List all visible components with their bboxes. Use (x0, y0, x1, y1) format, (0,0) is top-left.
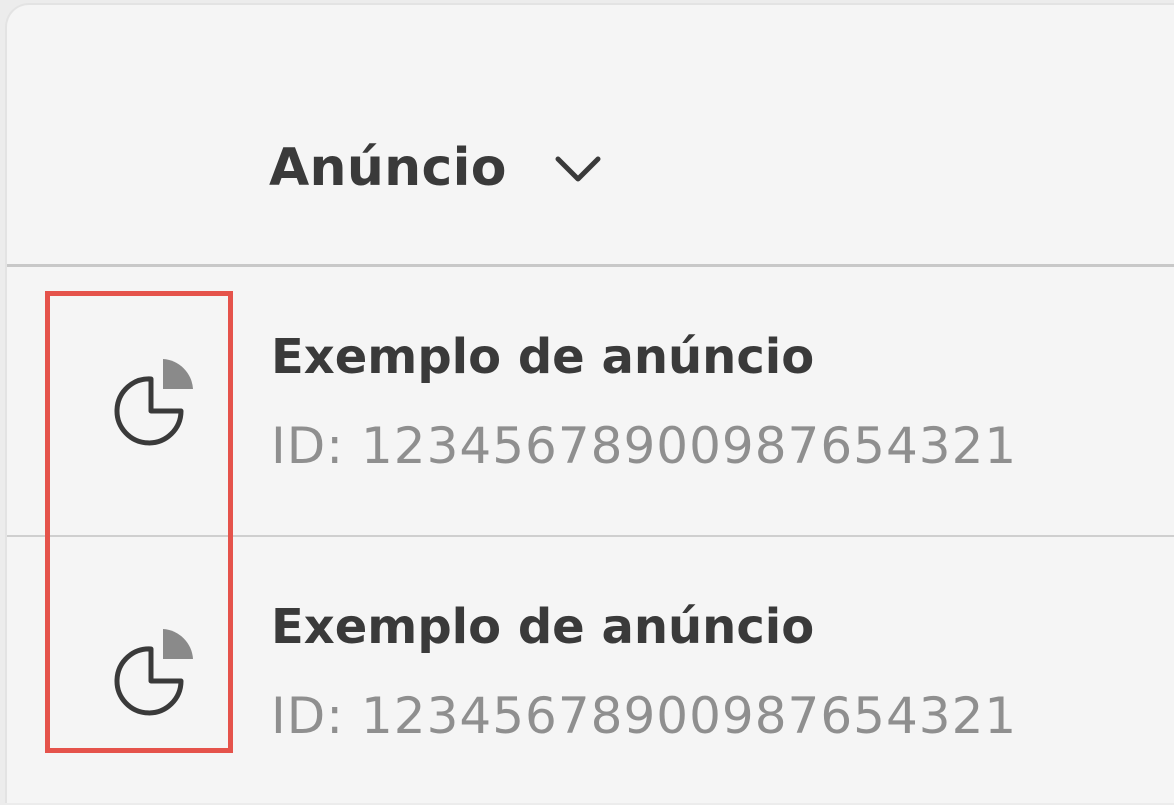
ad-name: Exemplo de anúncio (271, 599, 815, 655)
chevron-down-icon[interactable] (550, 145, 606, 195)
pie-chart-icon (107, 355, 199, 447)
ad-name: Exemplo de anúncio (271, 329, 815, 385)
column-title: Anúncio (269, 138, 507, 198)
list-item[interactable]: Exemplo de anúncio ID: 12345678900987654… (7, 267, 1174, 537)
ad-id: ID: 12345678900987654321 (271, 687, 1018, 745)
table-header: Anúncio (7, 5, 1174, 267)
ad-id: ID: 12345678900987654321 (271, 417, 1018, 475)
list-item[interactable]: Exemplo de anúncio ID: 12345678900987654… (7, 537, 1174, 805)
pie-chart-icon (107, 625, 199, 717)
ads-panel: Anúncio Exemplo de anúncio ID: 123456789… (5, 3, 1174, 803)
